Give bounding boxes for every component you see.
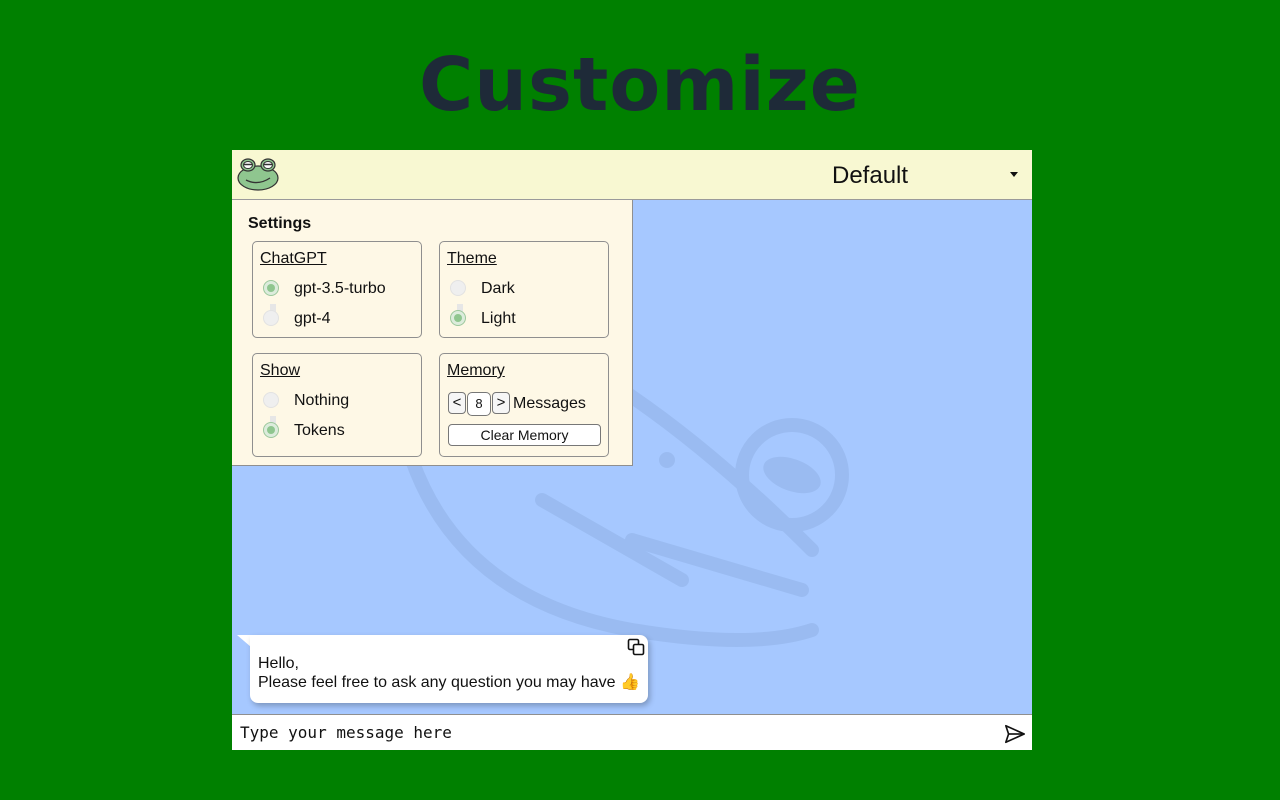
settings-panel: Settings ChatGPT gpt-3.5-turbo gpt-4 The… [232, 200, 633, 466]
composer-bar [232, 714, 1032, 750]
top-bar: Default [232, 150, 1032, 200]
memory-decrement-button[interactable]: < [448, 392, 466, 414]
option-label: gpt-3.5-turbo [294, 280, 386, 297]
option-label: Nothing [294, 392, 350, 409]
memory-count-value[interactable]: 8 [467, 392, 491, 416]
radio-button[interactable] [263, 422, 279, 438]
page-title: Customize [419, 42, 861, 128]
radio-button[interactable] [263, 310, 279, 326]
theme-label: Theme [447, 250, 497, 267]
persona-select[interactable]: Default [792, 158, 1032, 192]
message-line: Hello, [258, 655, 299, 672]
message-text: Hello, Please feel free to ask any quest… [258, 654, 640, 692]
message-line: Please feel free to ask any question you… [258, 674, 640, 691]
memory-increment-button[interactable]: > [492, 392, 510, 414]
chevron-down-icon [1010, 172, 1018, 177]
memory-label: Memory [447, 362, 505, 379]
option-label: Tokens [294, 422, 345, 439]
chat-app: Default Settings ChatGPT gpt-3.5-turbo g… [232, 150, 1032, 750]
message-input[interactable] [232, 715, 992, 750]
send-icon[interactable] [1004, 723, 1026, 745]
radio-button[interactable] [263, 280, 279, 296]
clear-memory-button[interactable]: Clear Memory [448, 424, 601, 446]
option-label: Dark [481, 280, 515, 297]
radio-button[interactable] [450, 310, 466, 326]
memory-group: Memory < 8 > Messages Clear Memory [439, 353, 609, 457]
chatgpt-label: ChatGPT [260, 250, 327, 267]
frog-icon[interactable] [236, 156, 280, 192]
radio-button[interactable] [263, 392, 279, 408]
chatgpt-group: ChatGPT gpt-3.5-turbo gpt-4 [252, 241, 422, 338]
bubble-tail [237, 635, 251, 647]
persona-value: Default [832, 162, 909, 189]
theme-group: Theme Dark Light [439, 241, 609, 338]
option-label: Light [481, 310, 516, 327]
radio-button[interactable] [450, 280, 466, 296]
settings-title: Settings [248, 215, 312, 232]
memory-unit-label: Messages [513, 395, 586, 412]
show-group: Show Nothing Tokens [252, 353, 422, 457]
show-label: Show [260, 362, 301, 379]
option-label: gpt-4 [294, 310, 331, 327]
assistant-message: Hello, Please feel free to ask any quest… [250, 635, 648, 703]
